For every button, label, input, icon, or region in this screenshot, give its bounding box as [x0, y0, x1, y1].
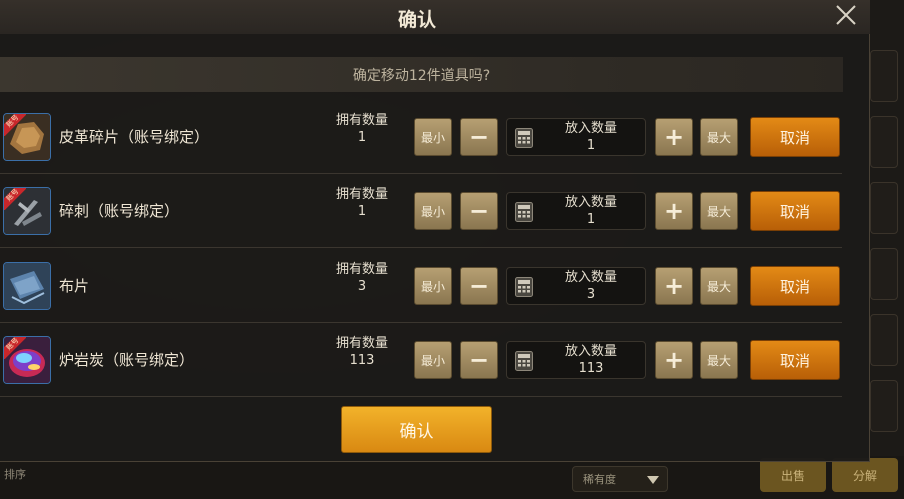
calculator-icon[interactable]	[515, 128, 533, 148]
item-row-4: 账号 炉岩炭（账号绑定） 拥有数量 113 最小 − 放入数量 113 + 最大…	[0, 323, 842, 397]
confirm-prompt: 确定移动12件道具吗?	[0, 57, 843, 92]
account-bound-tag: 账号	[4, 188, 26, 210]
owned-quantity-label: 拥有数量	[335, 262, 388, 277]
min-button[interactable]: 最小	[414, 267, 452, 305]
cancel-item-button[interactable]: 取消	[750, 266, 840, 306]
increment-button[interactable]: +	[655, 118, 693, 156]
owned-quantity: 拥有数量 1	[326, 186, 398, 220]
put-quantity-field[interactable]: 放入数量 1	[506, 192, 646, 230]
put-quantity-label: 放入数量	[564, 270, 617, 285]
owned-quantity-value: 1	[357, 204, 367, 219]
max-button[interactable]: 最大	[700, 267, 738, 305]
put-quantity-value: 1	[586, 212, 596, 227]
max-button[interactable]: 最大	[700, 341, 738, 379]
bound-tag-text: 账号	[4, 337, 26, 359]
owned-quantity: 拥有数量 1	[326, 112, 398, 146]
owned-quantity: 拥有数量 113	[326, 335, 398, 369]
background-slot	[870, 248, 898, 300]
put-quantity-label: 放入数量	[564, 121, 617, 136]
min-button[interactable]: 最小	[414, 118, 452, 156]
put-quantity-label: 放入数量	[564, 344, 617, 359]
put-quantity-field[interactable]: 放入数量 3	[506, 267, 646, 305]
item-name: 碎刺（账号绑定）	[59, 202, 180, 220]
account-bound-tag: 账号	[4, 114, 26, 136]
sell-button[interactable]: 出售	[760, 458, 826, 492]
max-button[interactable]: 最大	[700, 118, 738, 156]
calculator-icon[interactable]	[515, 202, 533, 222]
increment-button[interactable]: +	[655, 192, 693, 230]
bound-tag-text: 账号	[4, 188, 26, 210]
min-button[interactable]: 最小	[414, 341, 452, 379]
owned-quantity-value: 113	[349, 353, 375, 368]
put-quantity-value: 3	[586, 287, 596, 302]
close-button[interactable]	[833, 2, 859, 28]
rarity-dropdown[interactable]: 稀有度	[572, 466, 668, 492]
put-quantity-field[interactable]: 放入数量 113	[506, 341, 646, 379]
confirm-button[interactable]: 确认	[341, 406, 492, 453]
rarity-dropdown-value: 稀有度	[583, 473, 616, 486]
dialog-title: 确认	[397, 9, 436, 31]
background-slot	[870, 314, 898, 366]
cancel-item-button[interactable]: 取消	[750, 191, 840, 231]
min-button[interactable]: 最小	[414, 192, 452, 230]
dialog-header: 确认	[0, 0, 870, 34]
max-button[interactable]: 最大	[700, 192, 738, 230]
increment-button[interactable]: +	[655, 341, 693, 379]
close-icon	[836, 5, 856, 25]
bound-tag-text: 账号	[4, 114, 26, 136]
calculator-icon[interactable]	[515, 277, 533, 297]
background-slot	[870, 50, 898, 102]
decrement-button[interactable]: −	[460, 267, 498, 305]
cloth-piece-icon	[3, 262, 51, 310]
item-name: 炉岩炭（账号绑定）	[59, 351, 195, 369]
decrement-button[interactable]: −	[460, 118, 498, 156]
decrement-button[interactable]: −	[460, 341, 498, 379]
furnace-coal-icon: 账号	[3, 336, 51, 384]
split-button[interactable]: 分解	[832, 458, 898, 492]
calculator-icon[interactable]	[515, 351, 533, 371]
item-name: 皮革碎片（账号绑定）	[59, 128, 210, 146]
background-slot	[870, 116, 898, 168]
put-quantity-value: 113	[578, 361, 604, 376]
increment-button[interactable]: +	[655, 267, 693, 305]
owned-quantity-value: 3	[357, 279, 367, 294]
owned-quantity-label: 拥有数量	[335, 187, 388, 202]
account-bound-tag: 账号	[4, 337, 26, 359]
item-name: 布片	[59, 277, 90, 295]
cancel-item-button[interactable]: 取消	[750, 117, 840, 157]
item-row-3: 布片 拥有数量 3 最小 − 放入数量 3 + 最大 取消	[0, 249, 842, 323]
item-row-2: 账号 碎刺（账号绑定） 拥有数量 1 最小 − 放入数量 1 + 最大 取消	[0, 174, 842, 248]
owned-quantity: 拥有数量 3	[326, 261, 398, 295]
broken-thorn-icon: 账号	[3, 187, 51, 235]
leather-scrap-icon: 账号	[3, 113, 51, 161]
background-slot	[870, 182, 898, 234]
owned-quantity-value: 1	[357, 130, 367, 145]
background-sort-label: 排序	[4, 468, 26, 481]
background-slot	[870, 380, 898, 432]
put-quantity-value: 1	[586, 138, 596, 153]
put-quantity-field[interactable]: 放入数量 1	[506, 118, 646, 156]
cancel-item-button[interactable]: 取消	[750, 340, 840, 380]
owned-quantity-label: 拥有数量	[335, 113, 388, 128]
background-side-panel	[868, 0, 904, 499]
move-items-dialog: 确认 确定移动12件道具吗? 账号 皮革碎片（账号绑定） 拥有数量 1 最小 −	[0, 0, 870, 462]
owned-quantity-label: 拥有数量	[335, 336, 388, 351]
decrement-button[interactable]: −	[460, 192, 498, 230]
put-quantity-label: 放入数量	[564, 195, 617, 210]
chevron-down-icon	[647, 476, 659, 484]
item-row-1: 账号 皮革碎片（账号绑定） 拥有数量 1 最小 − 放入数量 1 + 最大 取消	[0, 100, 842, 174]
